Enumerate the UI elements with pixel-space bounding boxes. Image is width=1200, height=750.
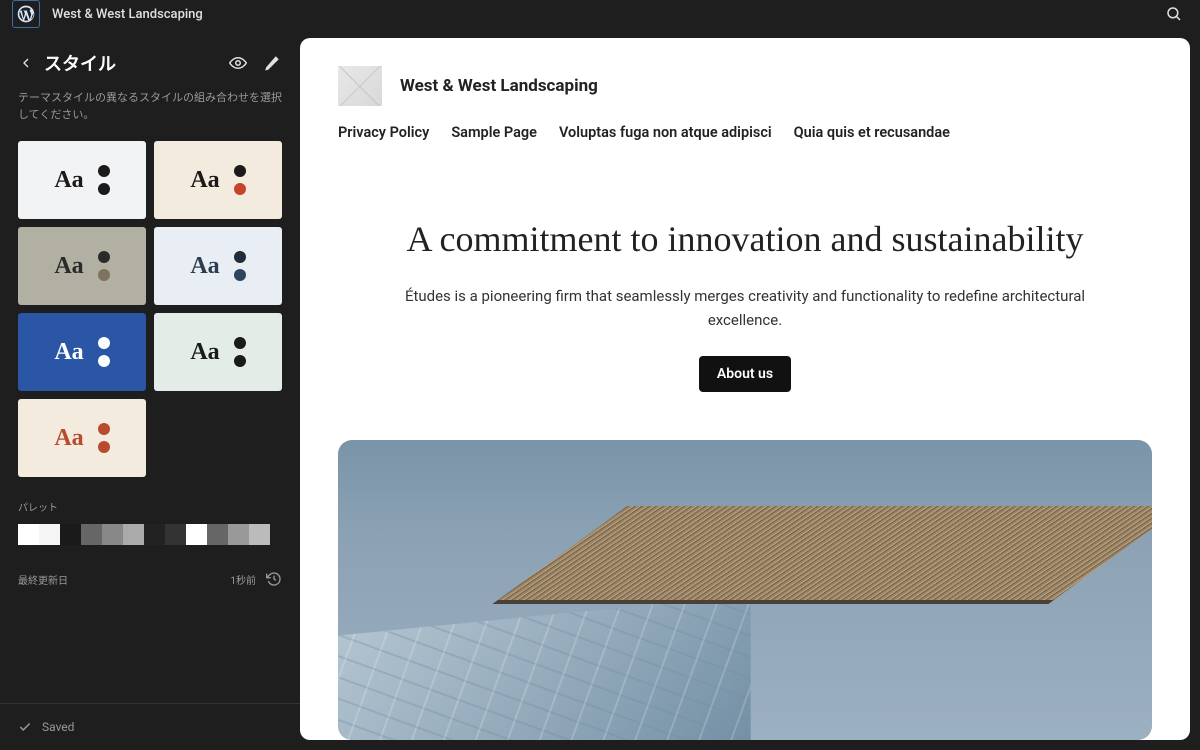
style-variation-card[interactable]: Aa xyxy=(154,141,282,219)
style-color-dots xyxy=(98,251,110,281)
last-updated-value: 1秒前 xyxy=(230,572,256,587)
preview-canvas[interactable]: West & West Landscaping Privacy Policy Sa… xyxy=(300,38,1190,740)
edit-button[interactable] xyxy=(262,53,282,73)
panel-description: テーマスタイルの異なるスタイルの組み合わせを選択してください。 xyxy=(0,90,300,141)
style-sample-text: Aa xyxy=(54,339,83,366)
style-color-dots xyxy=(98,423,110,453)
style-sample-text: Aa xyxy=(54,167,83,194)
last-updated-row: 最終更新日 1秒前 xyxy=(0,545,300,601)
style-color-dots xyxy=(234,165,246,195)
check-icon xyxy=(18,720,32,734)
search-icon xyxy=(1165,5,1183,23)
style-color-dots xyxy=(234,337,246,367)
search-button[interactable] xyxy=(1160,0,1188,28)
preview-site-name[interactable]: West & West Landscaping xyxy=(400,76,598,96)
palette-swatch[interactable] xyxy=(144,524,165,545)
style-variation-card[interactable]: Aa xyxy=(154,227,282,305)
style-variation-card[interactable]: Aa xyxy=(154,313,282,391)
palette-swatch[interactable] xyxy=(249,524,270,545)
preview-hero-image[interactable] xyxy=(338,440,1152,740)
style-variation-card[interactable]: Aa xyxy=(18,399,146,477)
about-us-button[interactable]: About us xyxy=(699,356,791,392)
style-color-dots xyxy=(234,251,246,281)
palette-swatch[interactable] xyxy=(39,524,60,545)
history-button[interactable] xyxy=(266,571,282,587)
wordpress-logo-icon[interactable] xyxy=(12,0,40,28)
nav-link[interactable]: Voluptas fuga non atque adipisci xyxy=(559,124,772,141)
history-icon xyxy=(266,571,282,587)
style-variation-card[interactable]: Aa xyxy=(18,313,146,391)
pencil-icon xyxy=(263,54,281,72)
style-sample-text: Aa xyxy=(190,339,219,366)
last-updated-label: 最終更新日 xyxy=(18,572,230,587)
palette-label: パレット xyxy=(0,477,300,524)
nav-link[interactable]: Quia quis et recusandae xyxy=(794,124,950,141)
preview-header: West & West Landscaping xyxy=(300,38,1190,124)
topbar-site-title: West & West Landscaping xyxy=(52,7,1148,22)
palette-swatch[interactable] xyxy=(81,524,102,545)
preview-site-logo[interactable] xyxy=(338,66,382,106)
sidebar: スタイル テーマスタイルの異なるスタイルの組み合わせを選択してください。 AaA… xyxy=(0,28,300,750)
eye-icon xyxy=(229,54,247,72)
style-color-dots xyxy=(98,337,110,367)
palette-swatch[interactable] xyxy=(18,524,39,545)
preview-toggle-button[interactable] xyxy=(228,53,248,73)
palette-swatch[interactable] xyxy=(165,524,186,545)
chevron-left-icon xyxy=(18,55,34,71)
style-variation-card[interactable]: Aa xyxy=(18,141,146,219)
sidebar-footer: Saved xyxy=(0,703,300,750)
palette-swatch[interactable] xyxy=(123,524,144,545)
style-sample-text: Aa xyxy=(190,167,219,194)
panel-title: スタイル xyxy=(44,50,218,76)
top-bar: West & West Landscaping xyxy=(0,0,1200,28)
style-color-dots xyxy=(98,165,110,195)
preview-hero: A commitment to innovation and sustainab… xyxy=(300,169,1190,422)
hero-title[interactable]: A commitment to innovation and sustainab… xyxy=(380,217,1110,262)
palette-swatch[interactable] xyxy=(60,524,81,545)
style-sample-text: Aa xyxy=(54,253,83,280)
panel-header: スタイル xyxy=(0,28,300,90)
style-sample-text: Aa xyxy=(54,425,83,452)
hero-text[interactable]: Études is a pioneering firm that seamles… xyxy=(380,284,1110,332)
palette-swatch[interactable] xyxy=(186,524,207,545)
main-area: スタイル テーマスタイルの異なるスタイルの組み合わせを選択してください。 AaA… xyxy=(0,28,1200,750)
style-variation-card[interactable]: Aa xyxy=(18,227,146,305)
palette-swatch[interactable] xyxy=(207,524,228,545)
panel-actions xyxy=(228,53,282,73)
save-status: Saved xyxy=(42,720,74,734)
palette-swatch[interactable] xyxy=(228,524,249,545)
palette-row xyxy=(0,524,300,545)
nav-link[interactable]: Privacy Policy xyxy=(338,124,429,141)
palette-swatch[interactable] xyxy=(102,524,123,545)
back-button[interactable] xyxy=(18,55,34,71)
style-variation-grid: Aa Aa Aa Aa Aa Aa Aa xyxy=(0,141,300,477)
nav-link[interactable]: Sample Page xyxy=(451,124,537,141)
style-sample-text: Aa xyxy=(190,253,219,280)
preview-nav: Privacy Policy Sample Page Voluptas fuga n… xyxy=(300,124,1190,169)
